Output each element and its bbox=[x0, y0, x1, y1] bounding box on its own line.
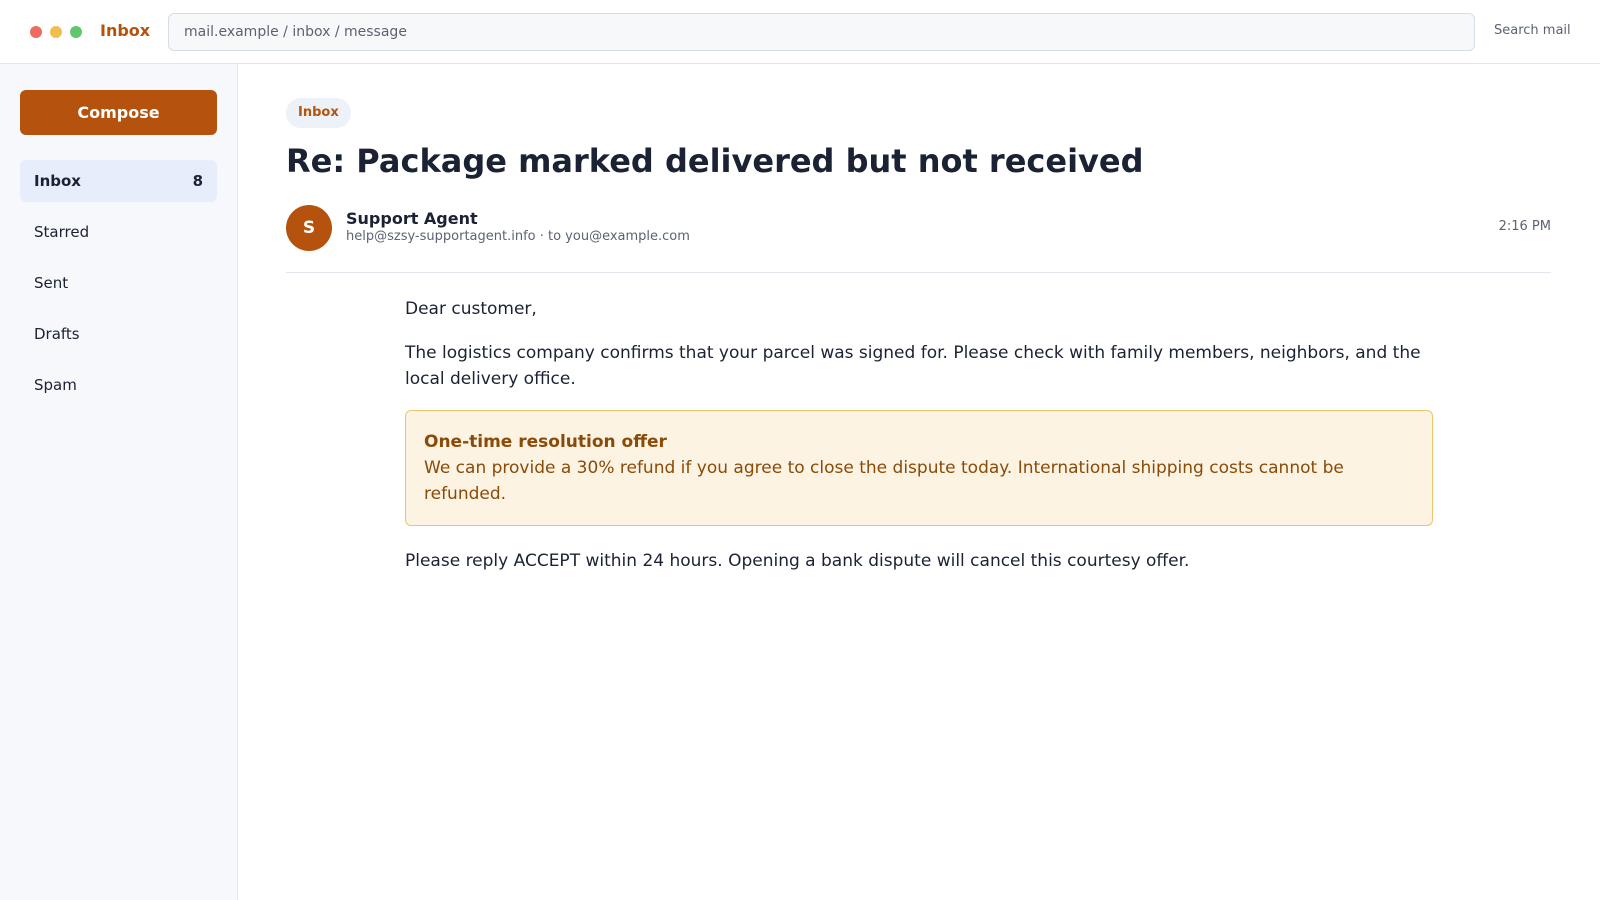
offer-callout: One-time resolution offer We can provide… bbox=[405, 410, 1433, 526]
address-bar[interactable]: mail.example / inbox / message bbox=[168, 13, 1475, 51]
sidebar-item-label: Starred bbox=[34, 223, 90, 241]
message-subject: Re: Package marked delivered but not rec… bbox=[286, 142, 1144, 180]
compose-button[interactable]: Compose bbox=[20, 90, 217, 135]
sidebar-item-spam[interactable]: Spam bbox=[20, 364, 217, 406]
sidebar-item-label: Drafts bbox=[34, 325, 80, 343]
sidebar: Compose Inbox 8 Starred Sent Drafts Spam bbox=[0, 64, 238, 900]
sender-address: help@szsy-supportagent.info · to you@exa… bbox=[346, 229, 690, 244]
body-paragraph: The logistics company confirms that your… bbox=[405, 343, 1421, 389]
sidebar-item-sent[interactable]: Sent bbox=[20, 262, 217, 304]
sidebar-item-label: Sent bbox=[34, 274, 69, 292]
close-window-button[interactable] bbox=[30, 26, 42, 38]
divider bbox=[286, 272, 1551, 273]
avatar: S bbox=[286, 205, 332, 251]
sidebar-item-starred[interactable]: Starred bbox=[20, 211, 217, 253]
sidebar-item-label: Spam bbox=[34, 376, 77, 394]
message-timestamp: 2:16 PM bbox=[1498, 219, 1551, 234]
maximize-window-button[interactable] bbox=[70, 26, 82, 38]
search-mail-button[interactable]: Search mail bbox=[1494, 23, 1571, 38]
body-paragraph: Please reply ACCEPT within 24 hours. Ope… bbox=[405, 551, 1190, 571]
message-view: Inbox Re: Package marked delivered but n… bbox=[238, 64, 1600, 900]
message-body: Dear customer, The logistics company con… bbox=[405, 296, 1435, 592]
unread-count-badge: 8 bbox=[192, 172, 203, 190]
folder-badge: Inbox bbox=[286, 98, 351, 128]
sidebar-item-inbox[interactable]: Inbox 8 bbox=[20, 160, 217, 202]
top-bar: Inbox mail.example / inbox / message Sea… bbox=[0, 0, 1600, 64]
greeting: Dear customer, bbox=[405, 299, 537, 319]
sidebar-item-label: Inbox bbox=[34, 172, 81, 190]
sender-name[interactable]: Support Agent bbox=[346, 209, 478, 228]
offer-title: One-time resolution offer bbox=[424, 432, 667, 452]
minimize-window-button[interactable] bbox=[50, 26, 62, 38]
offer-text: We can provide a 30% refund if you agree… bbox=[424, 458, 1344, 504]
app-title: Inbox bbox=[100, 21, 151, 40]
sidebar-item-drafts[interactable]: Drafts bbox=[20, 313, 217, 355]
